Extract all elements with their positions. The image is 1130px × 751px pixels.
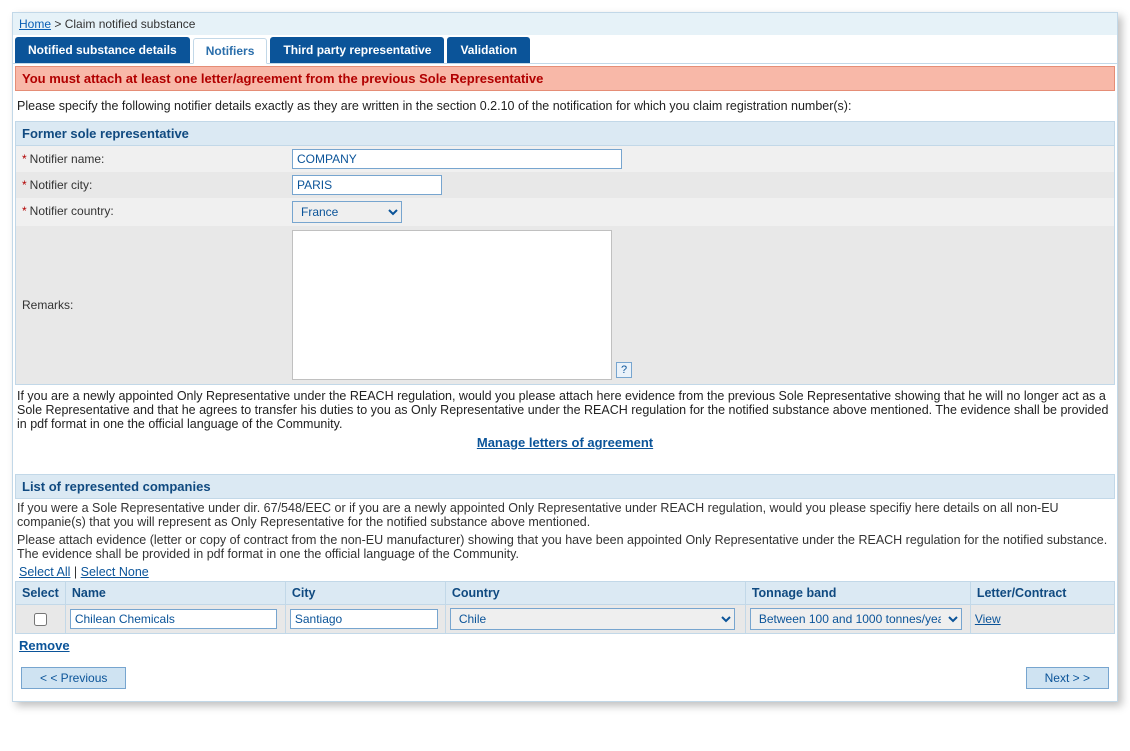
companies-para1: If you were a Sole Representative under …: [13, 499, 1117, 531]
warning-banner: You must attach at least one letter/agre…: [15, 66, 1115, 91]
breadcrumb-current: Claim notified substance: [65, 17, 196, 31]
breadcrumb: Home > Claim notified substance: [13, 13, 1117, 35]
sel-sep: |: [70, 565, 80, 579]
companies-para2: Please attach evidence (letter or copy o…: [13, 531, 1117, 563]
row-country-select[interactable]: Chile: [450, 608, 735, 630]
remove-link[interactable]: Remove: [19, 638, 70, 653]
row-checkbox[interactable]: [34, 613, 47, 626]
help-icon[interactable]: ?: [616, 362, 632, 378]
col-name: Name: [65, 582, 285, 605]
notifier-name-input[interactable]: [292, 149, 622, 169]
instruction-text: Please specify the following notifier de…: [13, 93, 1117, 119]
evidence-paragraph: If you are a newly appointed Only Repres…: [13, 385, 1117, 433]
section-former-title: Former sole representative: [15, 121, 1115, 146]
notifier-city-input[interactable]: [292, 175, 442, 195]
col-tonnage: Tonnage band: [745, 582, 970, 605]
next-button[interactable]: Next > >: [1026, 667, 1109, 689]
tab-bar: Notified substance details Notifiers Thi…: [13, 35, 1117, 64]
app-window: Home > Claim notified substance Notified…: [12, 12, 1118, 702]
breadcrumb-sep: >: [51, 17, 65, 31]
tab-third-party[interactable]: Third party representative: [270, 37, 444, 63]
remarks-textarea[interactable]: [292, 230, 612, 380]
selection-links: Select All | Select None: [13, 563, 1117, 581]
select-none-link[interactable]: Select None: [81, 565, 149, 579]
col-city: City: [285, 582, 445, 605]
row-tonnage-select[interactable]: Between 100 and 1000 tonnes/year: [750, 608, 962, 630]
tab-validation[interactable]: Validation: [447, 37, 530, 63]
row-city-input[interactable]: [290, 609, 438, 629]
tab-substance-details[interactable]: Notified substance details: [15, 37, 190, 63]
section-companies-title: List of represented companies: [15, 474, 1115, 499]
select-all-link[interactable]: Select All: [19, 565, 70, 579]
col-country: Country: [445, 582, 745, 605]
notifier-city-label: Notifier city:: [30, 178, 93, 192]
remarks-label: Remarks:: [22, 298, 73, 312]
notifier-name-label: Notifier name:: [30, 152, 105, 166]
breadcrumb-home[interactable]: Home: [19, 17, 51, 31]
notifier-country-label: Notifier country:: [30, 204, 114, 218]
tab-notifiers[interactable]: Notifiers: [193, 38, 268, 64]
companies-table: Select Name City Country Tonnage band Le…: [15, 581, 1115, 634]
nav-bar: < < Previous Next > >: [13, 657, 1117, 701]
previous-button[interactable]: < < Previous: [21, 667, 126, 689]
col-select: Select: [16, 582, 66, 605]
former-form: *Notifier name: *Notifier city: *Notifie…: [15, 146, 1115, 385]
manage-letters-link[interactable]: Manage letters of agreement: [477, 435, 653, 450]
notifier-country-select[interactable]: France: [292, 201, 402, 223]
table-row: Chile Between 100 and 1000 tonnes/year V…: [16, 605, 1115, 634]
row-view-link[interactable]: View: [975, 612, 1001, 626]
col-letter: Letter/Contract: [970, 582, 1114, 605]
row-name-input[interactable]: [70, 609, 277, 629]
